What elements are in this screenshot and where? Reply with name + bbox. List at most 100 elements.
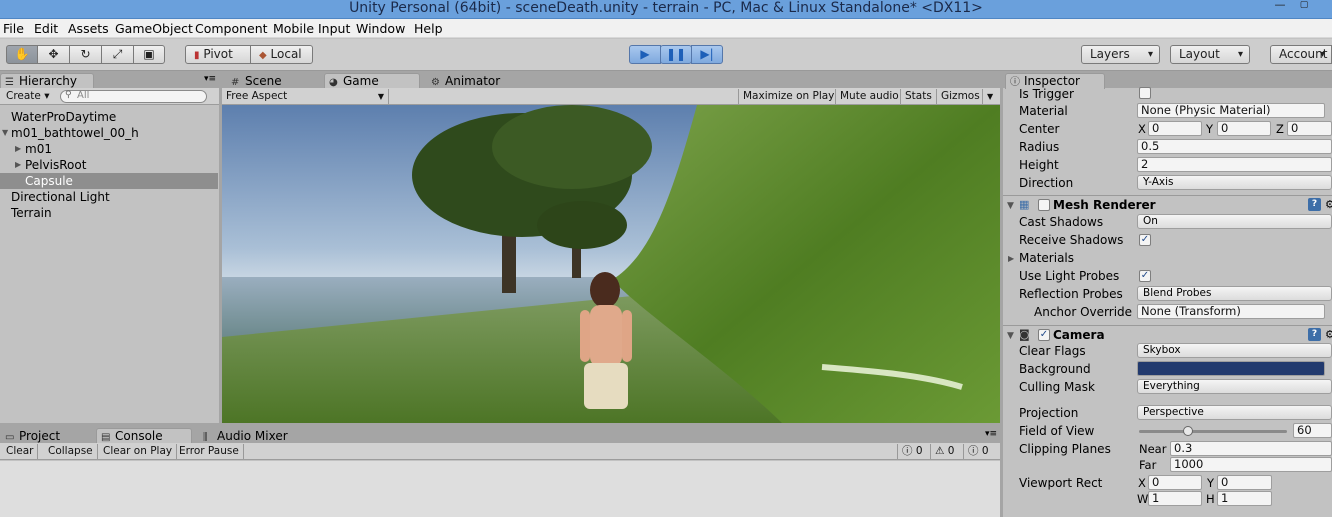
info-filter-toggle[interactable]: ⓘ 0	[897, 444, 927, 459]
menu-file[interactable]: File	[3, 19, 24, 38]
title-bar: Unity Personal (64bit) - sceneDeath.unit…	[0, 0, 1332, 19]
move-tool-icon[interactable]: ✥	[37, 45, 70, 64]
tab-audio-mixer[interactable]: ⫼ Audio Mixer	[198, 428, 308, 444]
stats-toggle[interactable]: Stats	[900, 89, 936, 104]
mesh-renderer-enabled-checkbox[interactable]	[1038, 199, 1050, 211]
tab-project[interactable]: ▭ Project	[0, 428, 90, 444]
fov-slider-track[interactable]	[1139, 426, 1287, 436]
game-view[interactable]	[222, 105, 1000, 423]
mute-audio-toggle[interactable]: Mute audio	[835, 89, 903, 104]
camera-header[interactable]: ▼ ◙ ✓ Camera ? ⚙	[1003, 325, 1332, 343]
hierarchy-item[interactable]: ▶ PelvisRoot	[0, 157, 218, 173]
maximize-on-play-toggle[interactable]: Maximize on Play	[738, 89, 838, 104]
create-dropdown[interactable]: Create ▾	[2, 89, 54, 104]
menu-help[interactable]: Help	[414, 19, 443, 38]
gear-icon[interactable]: ⚙	[1325, 196, 1332, 214]
mesh-renderer-header[interactable]: ▼ ▦ Mesh Renderer ? ⚙	[1003, 195, 1332, 213]
layers-dropdown[interactable]: Layers	[1081, 45, 1160, 64]
center-row: Center X 0 Y 0 Z 0	[1003, 120, 1332, 138]
rect-tool-icon[interactable]: ▣	[133, 45, 165, 64]
cast-shadows-dropdown[interactable]: On	[1137, 214, 1332, 229]
clear-on-play-toggle[interactable]: Clear on Play	[99, 444, 178, 459]
hierarchy-item[interactable]: ▼ m01_bathtowel_00_h	[0, 125, 218, 141]
hierarchy-item[interactable]: Directional Light	[0, 189, 218, 205]
account-dropdown[interactable]: Account	[1270, 45, 1332, 64]
is-trigger-checkbox[interactable]	[1139, 87, 1151, 99]
center-z-input[interactable]: 0	[1287, 121, 1332, 136]
background-color-swatch[interactable]	[1137, 361, 1325, 376]
projection-dropdown[interactable]: Perspective	[1137, 405, 1332, 420]
gizmos-dropdown[interactable]: Gizmos	[936, 89, 984, 104]
reflection-probes-dropdown[interactable]: Blend Probes	[1137, 286, 1332, 301]
scale-tool-icon[interactable]: ⤢	[101, 45, 134, 64]
center-y-input[interactable]: 0	[1217, 121, 1271, 136]
viewport-y-input[interactable]: 0	[1217, 475, 1272, 490]
maximize-icon[interactable]: ▢	[1296, 0, 1312, 11]
fov-slider-thumb[interactable]	[1182, 426, 1193, 436]
hierarchy-item-selected[interactable]: Capsule	[0, 173, 218, 189]
tab-console[interactable]: ▤ Console	[96, 428, 192, 444]
pause-button[interactable]: ❚❚	[660, 45, 692, 64]
help-icon[interactable]: ?	[1308, 198, 1321, 211]
near-clip-input[interactable]: 0.3	[1170, 441, 1332, 456]
tab-game[interactable]: ◕ Game	[324, 73, 420, 89]
hierarchy-item[interactable]: WaterProDaytime	[0, 109, 218, 125]
clear-button[interactable]: Clear	[2, 444, 39, 459]
hierarchy-item[interactable]: Terrain	[0, 205, 218, 221]
menu-bar: File Edit Assets GameObject Component Mo…	[0, 19, 1332, 38]
hierarchy-search-input[interactable]: ⚲ All	[60, 90, 207, 103]
hierarchy-panel: ☰ Hierarchy ▾≡ Create ▾ ⚲ All WaterProDay…	[0, 71, 219, 423]
viewport-h-input[interactable]: 1	[1217, 491, 1272, 506]
panel-menu-icon[interactable]: ▾≡	[985, 429, 997, 439]
anchor-override-field[interactable]: None (Transform)	[1137, 304, 1325, 319]
menu-component[interactable]: Component	[195, 19, 268, 38]
camera-enabled-checkbox[interactable]: ✓	[1038, 329, 1050, 341]
console-panel: ▭ Project ▤ Console ⫼ Audio Mixer ▾≡ Clear …	[0, 426, 1000, 517]
hierarchy-item[interactable]: ▶ m01	[0, 141, 218, 157]
help-icon[interactable]: ?	[1308, 328, 1321, 341]
tab-scene[interactable]: # Scene	[226, 73, 316, 89]
radius-input[interactable]: 0.5	[1137, 139, 1332, 154]
far-clip-input[interactable]: 1000	[1170, 457, 1332, 472]
step-button[interactable]: ▶|	[691, 45, 723, 64]
tree-canopy	[537, 201, 627, 249]
viewport-w-input[interactable]: 1	[1148, 491, 1202, 506]
minimize-icon[interactable]: —	[1268, 0, 1292, 11]
collapsed-arrow-icon[interactable]: ▶	[15, 157, 21, 173]
tab-animator[interactable]: ⚙ Animator	[426, 73, 526, 89]
center-x-input[interactable]: 0	[1148, 121, 1202, 136]
receive-shadows-checkbox[interactable]: ✓	[1139, 234, 1151, 246]
collapsed-arrow-icon[interactable]: ▶	[1008, 250, 1014, 268]
collapsed-arrow-icon[interactable]: ▶	[15, 141, 21, 157]
menu-edit[interactable]: Edit	[34, 19, 58, 38]
material-field[interactable]: None (Physic Material)	[1137, 103, 1325, 118]
hand-tool-icon[interactable]: ✋	[6, 45, 38, 64]
error-filter-toggle[interactable]: ⓘ 0	[963, 444, 993, 459]
menu-gameobject[interactable]: GameObject	[115, 19, 193, 38]
menu-assets[interactable]: Assets	[68, 19, 109, 38]
direction-dropdown[interactable]: Y-Axis	[1137, 175, 1332, 190]
collapse-toggle[interactable]: Collapse	[44, 444, 98, 459]
expanded-arrow-icon[interactable]: ▼	[2, 125, 8, 141]
warning-filter-toggle[interactable]: ⚠ 0	[930, 444, 958, 459]
error-pause-toggle[interactable]: Error Pause	[175, 444, 244, 459]
tab-hierarchy[interactable]: ☰ Hierarchy	[0, 73, 94, 89]
panel-menu-icon[interactable]: ▾≡	[204, 74, 216, 84]
aspect-dropdown[interactable]: Free Aspect ▼	[222, 89, 389, 104]
clear-flags-dropdown[interactable]: Skybox	[1137, 343, 1332, 358]
viewport-x-input[interactable]: 0	[1148, 475, 1202, 490]
culling-mask-dropdown[interactable]: Everything	[1137, 379, 1332, 394]
play-button[interactable]: ▶	[629, 45, 661, 64]
pivot-toggle[interactable]: ▮ Pivot	[185, 45, 251, 64]
rotate-tool-icon[interactable]: ↻	[69, 45, 102, 64]
local-toggle[interactable]: ◆ Local	[250, 45, 313, 64]
height-input[interactable]: 2	[1137, 157, 1332, 172]
menu-window[interactable]: Window	[356, 19, 405, 38]
console-log-area[interactable]	[0, 461, 1000, 517]
menu-mobile-input[interactable]: Mobile Input	[273, 19, 350, 38]
use-light-probes-checkbox[interactable]: ✓	[1139, 270, 1151, 282]
fov-input[interactable]: 60	[1293, 423, 1332, 438]
window-title: Unity Personal (64bit) - sceneDeath.unit…	[349, 0, 983, 16]
gizmos-arrow-icon[interactable]: ▼	[982, 89, 997, 104]
layout-dropdown[interactable]: Layout	[1170, 45, 1250, 64]
